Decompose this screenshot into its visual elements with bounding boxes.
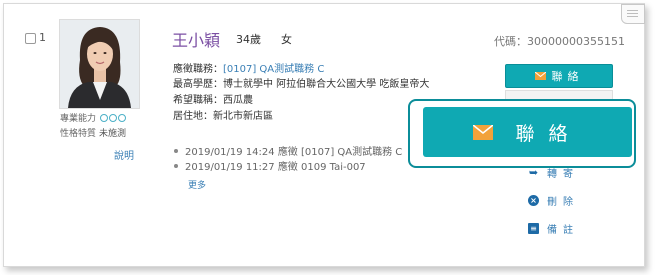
application-item: 2019/01/19 11:27 應徵 0109 Tai-007 bbox=[174, 158, 366, 173]
candidate-index: 1 bbox=[39, 31, 46, 44]
contact-button[interactable]: 聯絡 bbox=[505, 64, 613, 88]
personality-label: 性格特質 bbox=[60, 129, 97, 139]
application-text: 2019/01/19 11:27 應徵 0109 Tai-007 bbox=[185, 162, 366, 173]
forward-icon: ➥ bbox=[528, 166, 539, 179]
envelope-icon bbox=[472, 123, 494, 140]
candidate-photo bbox=[59, 19, 140, 109]
application-text: 2019/01/19 14:24 應徵 [0107] QA測試職務 C bbox=[185, 147, 403, 158]
rating-dot-icon bbox=[99, 114, 108, 122]
candidate-code: 代碼：30000000355151 bbox=[494, 35, 625, 48]
forward-label: 轉寄 bbox=[547, 169, 579, 180]
desired-title: 希望職稱：西瓜農 bbox=[173, 95, 253, 106]
personality-value: 未施測 bbox=[99, 129, 127, 139]
rating-dot-icon bbox=[108, 114, 117, 122]
forward-button[interactable]: ➥ 轉寄 bbox=[528, 165, 579, 180]
candidate-age: 34歲 bbox=[236, 33, 261, 46]
applied-job-link[interactable]: [0107] QA測試職務 C bbox=[223, 64, 324, 75]
note-button[interactable]: ≡ 備註 bbox=[528, 221, 579, 236]
personality-row: 性格特質 未施測 bbox=[60, 126, 126, 139]
education: 最高學歷：博士就學中 阿拉伯聯合大公國大學 吃飯皇帝大 bbox=[173, 79, 430, 90]
delete-icon: × bbox=[528, 195, 539, 206]
contact-button-enlarged[interactable]: 聯絡 bbox=[423, 107, 632, 157]
applied-job-label: 應徵職務： bbox=[173, 64, 223, 75]
delete-button[interactable]: × 刪除 bbox=[528, 193, 579, 208]
applied-job-row: 應徵職務：[0107] QA測試職務 C bbox=[173, 60, 324, 75]
explain-link[interactable]: 說明 bbox=[114, 147, 134, 162]
rating-dot-icon bbox=[117, 114, 126, 122]
more-link[interactable]: 更多 bbox=[188, 178, 206, 191]
note-icon: ≡ bbox=[528, 223, 539, 234]
contact-label: 聯絡 bbox=[515, 122, 582, 145]
envelope-icon bbox=[534, 71, 546, 80]
bullet-icon bbox=[174, 164, 178, 168]
skill-row: 專業能力 bbox=[60, 111, 126, 124]
contact-label: 聯絡 bbox=[551, 70, 584, 83]
candidate-name[interactable]: 王小穎 bbox=[172, 27, 220, 51]
note-label: 備註 bbox=[547, 225, 579, 236]
residence: 居住地：新北市新店區 bbox=[173, 111, 273, 122]
delete-label: 刪除 bbox=[547, 197, 579, 208]
bullet-icon bbox=[174, 149, 178, 153]
select-checkbox[interactable] bbox=[25, 33, 36, 44]
candidate-gender: 女 bbox=[281, 33, 292, 46]
application-item: 2019/01/19 14:24 應徵 [0107] QA測試職務 C bbox=[174, 143, 402, 158]
skill-label: 專業能力 bbox=[60, 114, 97, 124]
list-icon[interactable] bbox=[621, 4, 645, 24]
